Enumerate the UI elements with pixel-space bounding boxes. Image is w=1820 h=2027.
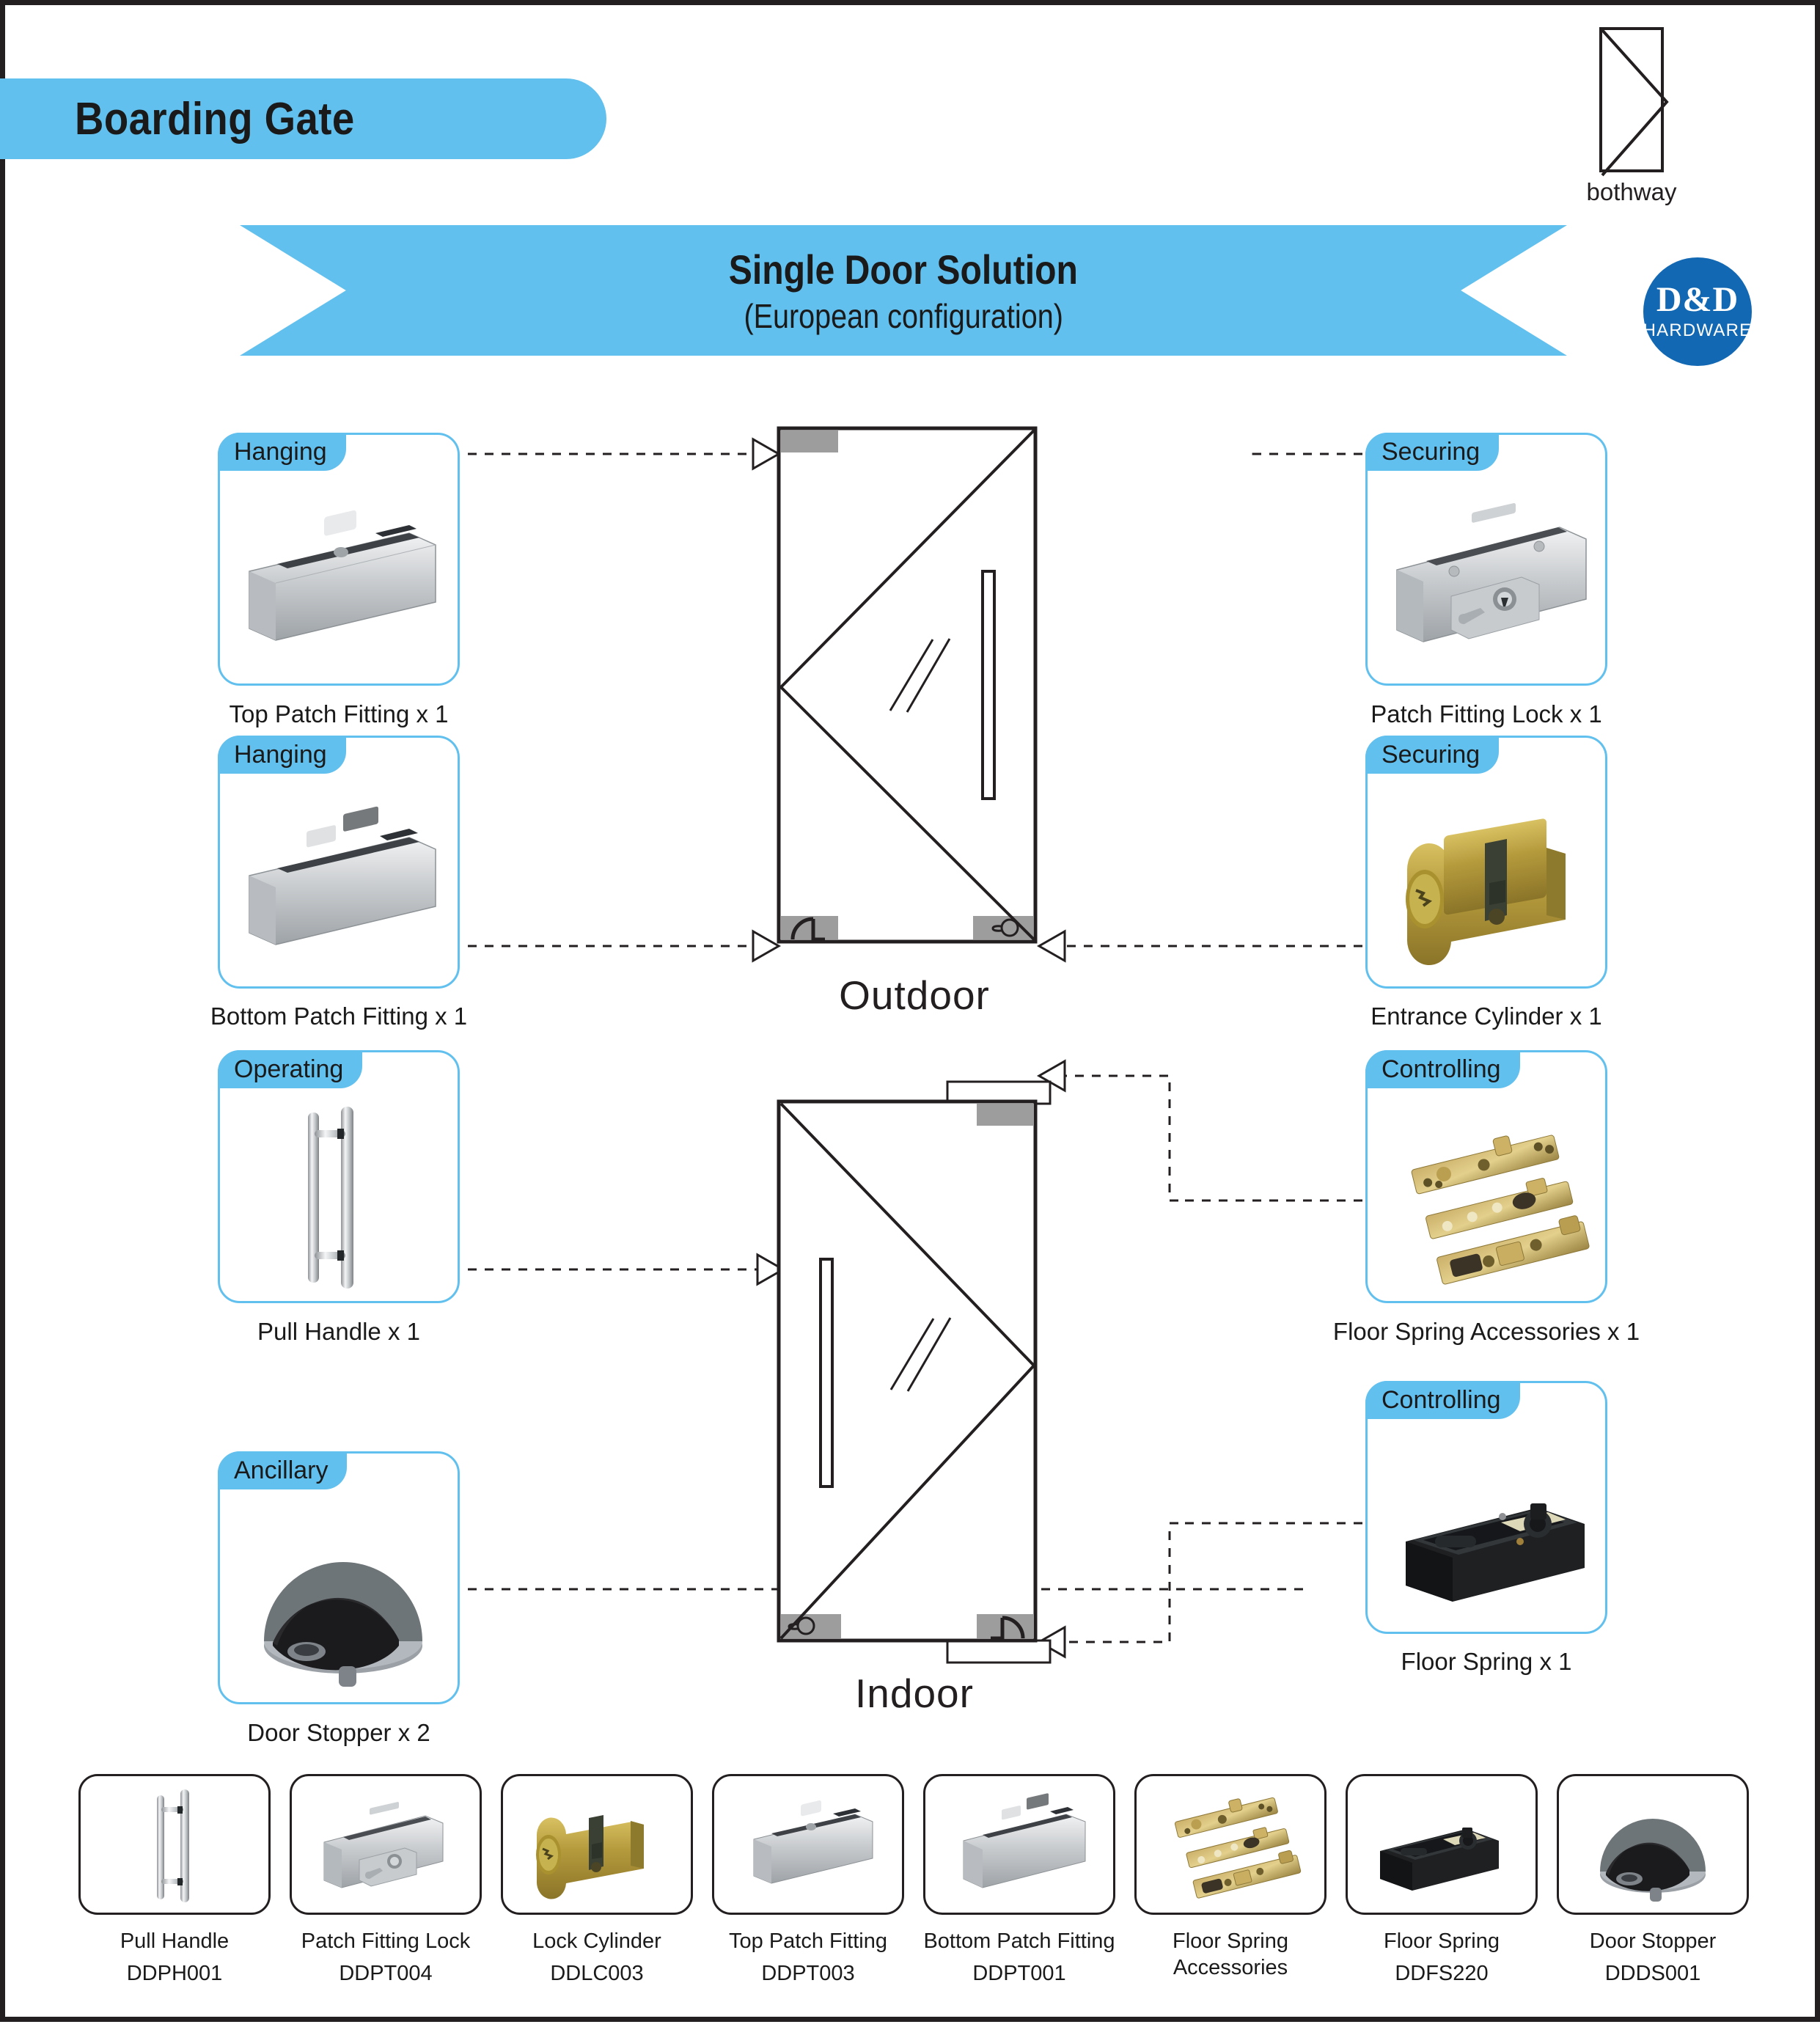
bottom-patch-fitting-photo [220,776,458,991]
card-caption: Entrance Cylinder x 1 [1370,1002,1602,1030]
entrance-cylinder-photo [1368,776,1605,991]
patch-fitting-lock-photo [1368,473,1605,688]
strip-thumb [290,1774,482,1915]
card-patch-fitting-lock[interactable]: Securing [1365,433,1607,686]
pull-handle-photo [157,1789,189,1902]
card-tag: Hanging [218,433,346,471]
strip-item-floor-spring-accessories[interactable]: Floor Spring Accessories [1134,1774,1327,1989]
card-bottom-patch-fitting[interactable]: Hanging [218,736,460,989]
floor-spring-accessories-photo [1174,1797,1302,1899]
top-patch-fitting-photo [220,473,458,688]
card-tag: Controlling [1365,1050,1520,1088]
card-entrance-cylinder[interactable]: Securing [1365,736,1607,989]
card-tag: Operating [218,1050,363,1088]
card-floor-spring-accessories[interactable]: Controlling [1365,1050,1607,1303]
card-caption: Floor Spring x 1 [1401,1648,1572,1675]
strip-code: DDFS220 [1395,1962,1489,1986]
strip-name: Floor Spring [1384,1929,1500,1953]
outdoor-label: Outdoor [839,972,990,1018]
indoor-door-diagram [777,1080,1052,1664]
top-patch-marker [781,430,838,452]
strip-thumb [1557,1774,1749,1915]
floor-spring-accessories-photo [1368,1091,1605,1305]
card-tag: Hanging [218,736,346,774]
bottom-patch-fitting-photo [963,1793,1086,1888]
strip-thumb [1134,1774,1327,1915]
strip-name: Floor Spring Accessories [1173,1929,1288,1980]
strip-code: DDPT004 [339,1962,433,1986]
strip-thumb [712,1774,904,1915]
floor-spring-photo [1368,1421,1605,1636]
card-caption: Floor Spring Accessories x 1 [1332,1318,1640,1345]
strip-code: DDDS001 [1604,1962,1701,1986]
datasheet-page: Boarding Gate bothway D&D HARDWARE Singl… [0,0,1820,2022]
card-caption: Patch Fitting Lock x 1 [1370,700,1602,727]
card-floor-spring[interactable]: Controlling [1365,1381,1607,1634]
top-patch-marker [977,1104,1034,1126]
lock-cylinder-photo [536,1815,644,1899]
card-caption: Bottom Patch Fitting x 1 [210,1002,468,1030]
strip-name: Door Stopper [1589,1929,1717,1953]
door-stopper-photo [220,1492,458,1707]
outdoor-door-diagram [777,426,1038,944]
product-strip: Pull Handle DDPH001 Patch Fitting Lock D… [78,1774,1752,2009]
card-tag: Ancillary [218,1451,348,1489]
card-caption: Top Patch Fitting x 1 [229,700,449,727]
strip-name: Lock Cylinder [532,1929,661,1953]
top-patch-fitting-photo [753,1800,873,1884]
card-pull-handle[interactable]: Operating [218,1050,460,1303]
strip-thumb [923,1774,1115,1915]
door-stopper-photo [1600,1819,1706,1902]
strip-name: Top Patch Fitting [729,1929,887,1953]
indoor-label: Indoor [855,1671,974,1716]
strip-item-patch-fitting-lock[interactable]: Patch Fitting Lock DDPT004 [290,1774,482,1986]
strip-name: Bottom Patch Fitting [923,1929,1115,1953]
strip-name: Patch Fitting Lock [301,1929,471,1953]
strip-item-floor-spring[interactable]: Floor Spring DDFS220 [1346,1774,1538,1986]
card-tag: Controlling [1365,1381,1520,1419]
strip-item-top-patch-fitting[interactable]: Top Patch Fitting DDPT003 [712,1774,904,1986]
floor-spring-photo [1380,1828,1499,1891]
strip-thumb [78,1774,271,1915]
strip-name: Pull Handle [120,1929,230,1953]
strip-item-lock-cylinder[interactable]: Lock Cylinder DDLC003 [501,1774,693,1986]
strip-code: DDPT003 [761,1962,855,1986]
card-caption: Pull Handle x 1 [257,1318,420,1345]
strip-item-door-stopper[interactable]: Door Stopper DDDS001 [1557,1774,1749,1986]
strip-item-bottom-patch-fitting[interactable]: Bottom Patch Fitting DDPT001 [923,1774,1115,1986]
strip-item-pull-handle[interactable]: Pull Handle DDPH001 [78,1774,271,1986]
strip-thumb [501,1774,693,1915]
pull-handle-photo [220,1091,458,1305]
card-tag: Securing [1365,433,1500,471]
card-caption: Door Stopper x 2 [247,1719,430,1746]
card-top-patch-fitting[interactable]: Hanging [218,433,460,686]
strip-code: DDLC003 [550,1962,644,1986]
card-door-stopper[interactable]: Ancillary [218,1451,460,1704]
strip-code: DDPH001 [126,1962,223,1986]
card-tag: Securing [1365,736,1500,774]
strip-code: DDPT001 [972,1962,1066,1986]
strip-thumb [1346,1774,1538,1915]
patch-fitting-lock-photo [323,1802,444,1888]
